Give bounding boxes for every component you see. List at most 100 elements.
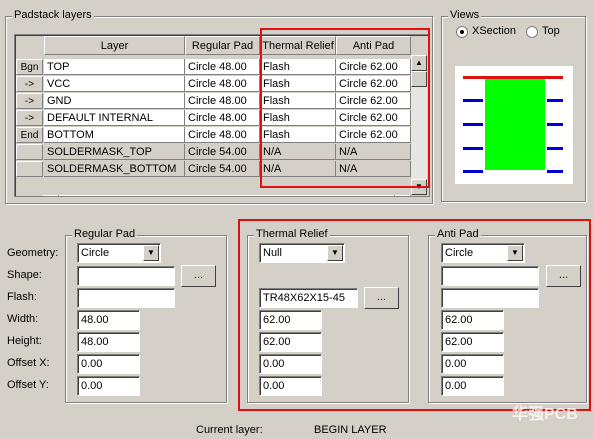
row-button-arrow[interactable]: -> [16,110,43,126]
row-button-empty[interactable] [16,161,43,177]
anti-pad-offset-x-field[interactable]: 0.00 [441,354,504,374]
table-cell-regular-pad[interactable]: Circle 48.00 [185,127,260,143]
row-button-arrow[interactable]: -> [16,93,43,109]
row-button-arrow[interactable]: -> [16,76,43,92]
anti-pad-shape-field[interactable] [441,266,539,286]
table-cell-thermal-relief[interactable]: Flash [260,110,336,126]
xsection-label[interactable]: XSection [472,25,516,37]
regular-pad-shape-field[interactable] [77,266,175,286]
pad-body [485,78,545,170]
table-cell-thermal-relief[interactable]: Flash [260,76,336,92]
regular-pad-geometry-value: Circle [81,247,110,259]
regular-pad-geometry-select[interactable]: Circle ▼ [77,243,161,263]
offset-y-label: Offset Y: [7,379,49,391]
table-cell-anti-pad[interactable]: N/A [336,161,411,177]
table-cell-thermal-relief[interactable]: Flash [260,93,336,109]
thermal-relief-height-field[interactable]: 62.00 [259,332,322,352]
table-cell-anti-pad[interactable]: Circle 62.00 [336,110,411,126]
thermal-relief-flash-field[interactable]: TR48X62X15-45 [259,288,358,308]
xsection-preview [455,66,573,184]
table-cell-anti-pad[interactable]: Circle 62.00 [336,76,411,92]
regular-pad-shape-browse-button[interactable]: ... [181,265,216,287]
table-cell-thermal-relief[interactable]: Flash [260,59,336,75]
thermal-relief-width-field[interactable]: 62.00 [259,310,322,330]
geometry-label: Geometry: [7,247,59,259]
horizontal-scrollbar[interactable]: ◄ ► [43,195,411,196]
regular-pad-offset-y-field[interactable]: 0.00 [77,376,140,396]
scroll-up-arrow-icon[interactable]: ▲ [411,55,427,71]
xsection-radio[interactable] [456,26,468,38]
layer-line-inner-right [547,170,563,173]
chevron-down-icon[interactable]: ▼ [143,245,159,261]
padstack-layers-title: Padstack layers [12,9,94,21]
table-cell-layer[interactable]: SOLDERMASK_BOTTOM [44,161,185,177]
anti-pad-geometry-value: Circle [445,247,474,259]
regular-pad-flash-field[interactable] [77,288,175,308]
anti-pad-height-field[interactable]: 62.00 [441,332,504,352]
scroll-left-arrow-icon[interactable]: ◄ [43,195,59,196]
layer-line-inner-right [547,123,563,126]
anti-pad-offset-y-field[interactable]: 0.00 [441,376,504,396]
table-cell-anti-pad[interactable]: Circle 62.00 [336,59,411,75]
regular-pad-height-field[interactable]: 48.00 [77,332,140,352]
scroll-thumb[interactable] [411,71,427,87]
layer-line-inner-left [463,123,483,126]
column-header-layer[interactable]: Layer [44,36,185,55]
thermal-relief-offset-y-field[interactable]: 0.00 [259,376,322,396]
column-header-thermal-relief[interactable]: Thermal Relief [260,36,336,55]
table-cell-layer[interactable]: GND [44,93,185,109]
table-cell-layer[interactable]: DEFAULT INTERNAL [44,110,185,126]
padstack-cross-section-graphic [463,76,563,173]
table-cell-regular-pad[interactable]: Circle 48.00 [185,110,260,126]
layer-line-top [463,76,563,79]
table-cell-anti-pad[interactable]: Circle 62.00 [336,127,411,143]
table-cell-layer[interactable]: BOTTOM [44,127,185,143]
column-header-anti-pad[interactable]: Anti Pad [336,36,411,55]
chevron-down-icon[interactable]: ▼ [507,245,523,261]
anti-pad-title: Anti Pad [435,228,481,240]
anti-pad-flash-field[interactable] [441,288,539,308]
anti-pad-geometry-select[interactable]: Circle ▼ [441,243,525,263]
thermal-relief-geometry-value: Null [263,247,282,259]
row-button-end[interactable]: End [16,127,43,143]
scroll-right-arrow-icon[interactable]: ► [395,195,411,196]
thermal-relief-geometry-select[interactable]: Null ▼ [259,243,345,263]
regular-pad-title: Regular Pad [72,228,138,240]
table-cell-layer[interactable]: TOP [44,59,185,75]
table-cell-regular-pad[interactable]: Circle 48.00 [185,59,260,75]
table-cell-thermal-relief[interactable]: N/A [260,161,336,177]
shape-label: Shape: [7,269,42,281]
current-layer-label: Current layer: [196,424,263,436]
column-header-regular-pad[interactable]: Regular Pad [185,36,260,55]
padstack-layers-grid: Layer Regular Pad Thermal Relief Anti Pa… [14,34,430,197]
table-cell-anti-pad[interactable]: Circle 62.00 [336,93,411,109]
chevron-down-icon[interactable]: ▼ [327,245,343,261]
row-button-begin[interactable]: Bgn [16,59,43,75]
scroll-down-arrow-icon[interactable]: ▼ [411,179,427,195]
table-cell-layer[interactable]: VCC [44,76,185,92]
anti-pad-shape-browse-button[interactable]: ... [546,265,581,287]
thermal-relief-offset-x-field[interactable]: 0.00 [259,354,322,374]
watermark-logo: 华强PCB [512,406,578,423]
top-radio[interactable] [526,26,538,38]
table-cell-layer[interactable]: SOLDERMASK_TOP [44,144,185,160]
table-cell-thermal-relief[interactable]: Flash [260,127,336,143]
table-cell-regular-pad[interactable]: Circle 54.00 [185,144,260,160]
regular-pad-offset-x-field[interactable]: 0.00 [77,354,140,374]
layer-line-inner-left [463,170,483,173]
regular-pad-width-field[interactable]: 48.00 [77,310,140,330]
table-cell-anti-pad[interactable]: N/A [336,144,411,160]
thermal-relief-flash-browse-button[interactable]: ... [364,287,399,309]
table-cell-thermal-relief[interactable]: N/A [260,144,336,160]
vertical-scrollbar[interactable]: ▲ ▼ [411,55,427,195]
table-cell-regular-pad[interactable]: Circle 54.00 [185,161,260,177]
layer-line-inner-right [547,99,563,102]
anti-pad-width-field[interactable]: 62.00 [441,310,504,330]
table-cell-regular-pad[interactable]: Circle 48.00 [185,76,260,92]
layer-line-inner-left [463,99,483,102]
top-label[interactable]: Top [542,25,560,37]
views-title: Views [448,9,482,21]
table-cell-regular-pad[interactable]: Circle 48.00 [185,93,260,109]
scroll-thumb[interactable] [59,195,395,196]
row-button-empty[interactable] [16,144,43,160]
